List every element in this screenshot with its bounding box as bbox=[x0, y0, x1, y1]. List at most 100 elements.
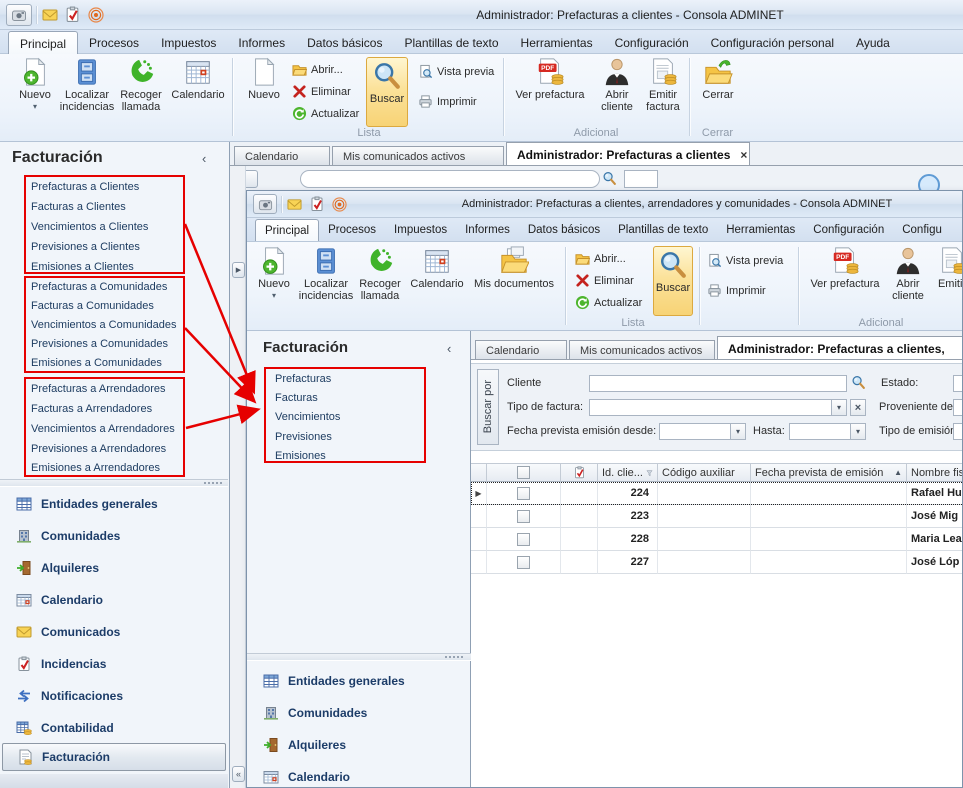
tasks-icon[interactable] bbox=[309, 196, 325, 212]
sidebar-item-vencimientos[interactable]: Vencimientos bbox=[275, 411, 340, 423]
app-menu-button[interactable] bbox=[6, 4, 32, 26]
row-nombre-cell[interactable]: José Mig bbox=[907, 505, 962, 528]
doc-tab-mis-comunicados[interactable]: Mis comunicados activos bbox=[569, 340, 715, 360]
tab-procesos[interactable]: Procesos bbox=[319, 219, 385, 241]
tab-ayuda[interactable]: Ayuda bbox=[845, 31, 901, 54]
ver-prefactura-button[interactable]: Ver prefactura bbox=[508, 57, 592, 101]
fecha-desde-dropdown-icon[interactable]: ▾ bbox=[731, 423, 746, 440]
tab-configuracion[interactable]: Configuración bbox=[604, 31, 700, 54]
sidebar-item-previsiones[interactable]: Previsiones bbox=[275, 431, 332, 443]
nav-facturacion[interactable]: Facturación bbox=[2, 743, 226, 771]
sidebar-item-prefacturas-arrendadores[interactable]: Prefacturas a Arrendadores bbox=[31, 383, 166, 395]
imprimir-button[interactable]: Imprimir bbox=[418, 94, 477, 109]
recoger-llamada-button[interactable]: Recoger llamada bbox=[116, 57, 166, 114]
sidebar-item-prefacturas-clientes[interactable]: Prefacturas a Clientes bbox=[31, 181, 139, 193]
tab-plantillas[interactable]: Plantillas de texto bbox=[393, 31, 509, 54]
nav-alquileres[interactable]: Alquileres bbox=[249, 731, 469, 759]
row-id-cell[interactable]: 227 bbox=[598, 551, 658, 574]
sidebar-collapse-icon[interactable]: ‹ bbox=[447, 341, 451, 356]
estado-input[interactable] bbox=[953, 375, 962, 392]
abrir-button[interactable]: Abrir... bbox=[575, 251, 626, 266]
actualizar-button[interactable]: Actualizar bbox=[292, 106, 359, 121]
eliminar-button[interactable]: Eliminar bbox=[292, 84, 351, 99]
sidebar-collapse-icon[interactable]: ‹ bbox=[202, 151, 206, 166]
recoger-llamada-button[interactable]: Recoger llamada bbox=[355, 246, 405, 303]
tasks-icon[interactable] bbox=[64, 6, 81, 23]
nuevo-split-button[interactable]: Nuevo ▾ bbox=[251, 246, 297, 301]
close-tab-icon[interactable]: × bbox=[740, 148, 747, 162]
vista-previa-button[interactable]: Vista previa bbox=[707, 253, 783, 268]
nav-comunicados[interactable]: Comunicados bbox=[2, 618, 226, 646]
row-nombre-cell[interactable]: Rafael Hu bbox=[907, 482, 962, 505]
nav-contabilidad[interactable]: Contabilidad bbox=[2, 714, 226, 742]
tab-configuracion-2[interactable]: Configu bbox=[893, 219, 951, 241]
row-nombre-cell[interactable]: José Lóp bbox=[907, 551, 962, 574]
abrir-cliente-button[interactable]: Abrir cliente bbox=[888, 246, 928, 303]
doc-tab-calendario[interactable]: Calendario bbox=[475, 340, 567, 360]
row-codigo-cell[interactable] bbox=[658, 551, 751, 574]
row-checkbox[interactable] bbox=[517, 555, 530, 569]
doc-tab-calendario[interactable]: Calendario bbox=[234, 146, 330, 166]
col-nombre-fiscal[interactable]: Nombre fis bbox=[907, 463, 962, 482]
mail-icon[interactable] bbox=[42, 7, 58, 23]
row-codigo-cell[interactable] bbox=[658, 505, 751, 528]
eliminar-button[interactable]: Eliminar bbox=[575, 273, 634, 288]
calendario-button[interactable]: Calendario bbox=[168, 57, 228, 101]
hasta-input[interactable] bbox=[789, 423, 851, 440]
col-codigo-auxiliar[interactable]: Código auxiliar bbox=[658, 463, 751, 482]
actualizar-button[interactable]: Actualizar bbox=[575, 295, 642, 310]
cliente-search-icon[interactable] bbox=[851, 375, 866, 390]
row-id-cell[interactable]: 228 bbox=[598, 528, 658, 551]
buscar-por-tab[interactable]: Buscar por bbox=[477, 369, 499, 445]
sidebar-item-facturas-arrendadores[interactable]: Facturas a Arrendadores bbox=[31, 403, 152, 415]
col-checkbox-header[interactable] bbox=[487, 463, 561, 482]
imprimir-button[interactable]: Imprimir bbox=[707, 283, 766, 298]
row-id-cell[interactable]: 224 bbox=[598, 482, 658, 505]
vista-previa-button[interactable]: Vista previa bbox=[418, 64, 494, 79]
tab-configuracion-personal[interactable]: Configuración personal bbox=[700, 31, 845, 54]
partial-field[interactable] bbox=[624, 170, 658, 188]
tab-principal[interactable]: Principal bbox=[8, 31, 79, 55]
mis-documentos-button[interactable]: Mis documentos bbox=[471, 246, 557, 290]
nav-entidades-generales[interactable]: Entidades generales bbox=[249, 667, 469, 695]
sidebar-item-emisiones-arrendadores[interactable]: Emisiones a Arrendadores bbox=[31, 462, 160, 474]
tipo-factura-clear-icon[interactable]: × bbox=[850, 399, 866, 416]
emitir-factura-button[interactable]: Emitir bbox=[930, 246, 962, 290]
broadcast-icon[interactable] bbox=[88, 7, 104, 23]
nav-alquileres[interactable]: Alquileres bbox=[2, 554, 226, 582]
tab-plantillas[interactable]: Plantillas de texto bbox=[609, 219, 717, 241]
localizar-incidencias-button[interactable]: Localizar incidencias bbox=[299, 246, 353, 303]
nav-entidades-generales[interactable]: Entidades generales bbox=[2, 490, 226, 518]
tab-impuestos[interactable]: Impuestos bbox=[385, 219, 456, 241]
fecha-desde-input[interactable] bbox=[659, 423, 731, 440]
nuevo-button[interactable]: Nuevo bbox=[240, 57, 288, 101]
row-checkbox[interactable] bbox=[517, 486, 530, 500]
sidebar-item-vencimientos-arrendadores[interactable]: Vencimientos a Arrendadores bbox=[31, 423, 175, 435]
col-check-icon-header[interactable] bbox=[561, 463, 598, 482]
col-id-cliente[interactable]: Id. clie... bbox=[598, 463, 658, 482]
tab-informes[interactable]: Informes bbox=[456, 219, 519, 241]
sidebar-item-prefacturas-comunidades[interactable]: Prefacturas a Comunidades bbox=[31, 281, 167, 293]
tab-informes[interactable]: Informes bbox=[227, 31, 296, 54]
tab-datos-basicos[interactable]: Datos básicos bbox=[296, 31, 393, 54]
sidebar-item-facturas-clientes[interactable]: Facturas a Clientes bbox=[31, 201, 126, 213]
nav-calendario[interactable]: Calendario bbox=[249, 763, 469, 787]
nav-notificaciones[interactable]: Notificaciones bbox=[2, 682, 226, 710]
sidebar-item-emisiones[interactable]: Emisiones bbox=[275, 450, 326, 462]
abrir-button[interactable]: Abrir... bbox=[292, 62, 343, 77]
broadcast-icon[interactable] bbox=[332, 197, 347, 212]
inner-app-menu-button[interactable] bbox=[253, 194, 277, 214]
mail-icon[interactable] bbox=[287, 197, 302, 212]
sidebar-splitter[interactable] bbox=[0, 479, 228, 487]
calendario-button[interactable]: Calendario bbox=[407, 246, 467, 290]
sidebar-item-prefacturas[interactable]: Prefacturas bbox=[275, 373, 331, 385]
row-checkbox-cell[interactable] bbox=[487, 505, 561, 528]
tab-impuestos[interactable]: Impuestos bbox=[150, 31, 227, 54]
partial-search-input[interactable] bbox=[300, 170, 600, 188]
proveniente-input[interactable] bbox=[953, 399, 962, 416]
sidebar-item-vencimientos-comunidades[interactable]: Vencimientos a Comunidades bbox=[31, 319, 177, 331]
nav-comunidades[interactable]: Comunidades bbox=[249, 699, 469, 727]
localizar-incidencias-button[interactable]: Localizar incidencias bbox=[60, 57, 114, 114]
tipo-emision-input[interactable] bbox=[953, 423, 962, 440]
tab-principal[interactable]: Principal bbox=[255, 219, 320, 241]
